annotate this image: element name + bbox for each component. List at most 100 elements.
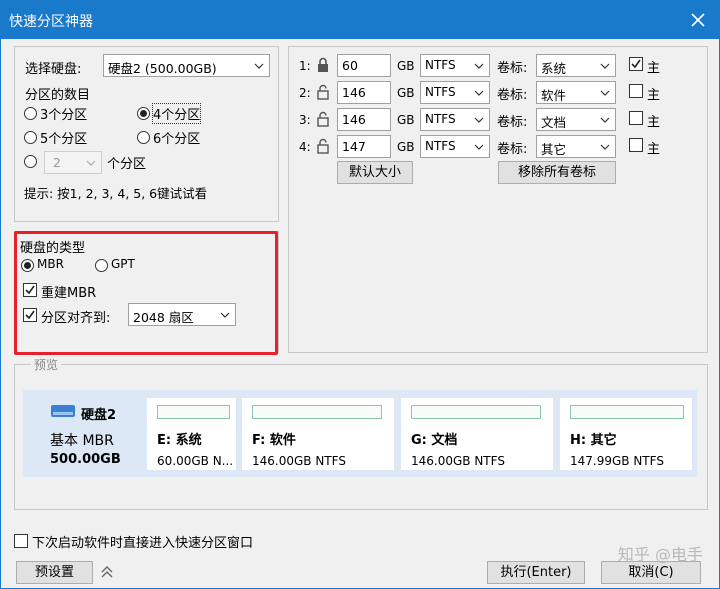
radio-5-partitions-label: 5个分区 — [40, 132, 88, 147]
partitions-group: 1: 60 GB NTFS 卷标: 系统 主 2: 146 GB NTFS 卷标… — [288, 46, 708, 353]
partition-info: 60.00GB N... — [157, 454, 234, 468]
unlock-icon[interactable] — [316, 138, 330, 154]
close-icon[interactable] — [685, 7, 711, 33]
chevron-down-icon — [597, 55, 613, 76]
partition-size-input[interactable]: 60 — [337, 54, 391, 77]
partition-number: 4: — [299, 140, 311, 154]
partition-name: F: 软件 — [252, 433, 296, 448]
partition-usage-bar — [252, 405, 382, 419]
chevron-down-icon — [597, 109, 613, 130]
quick-partition-window: 快速分区神器 选择硬盘: 硬盘2 (500.00GB) 分区的数目 3个分区 4… — [0, 0, 720, 589]
chevron-down-icon — [83, 152, 99, 173]
partition-usage-bar — [570, 405, 684, 419]
startup-checkbox-label: 下次启动软件时直接进入快速分区窗口 — [32, 536, 254, 551]
custom-partition-suffix: 个分区 — [107, 157, 147, 172]
primary-checkbox[interactable] — [629, 57, 643, 71]
primary-label: 主 — [647, 115, 661, 130]
radio-4-partitions[interactable] — [137, 107, 150, 120]
chevron-down-icon — [471, 136, 487, 157]
remove-all-labels-button[interactable]: 移除所有卷标 — [498, 161, 616, 184]
size-unit: GB — [397, 113, 415, 127]
preview-partition[interactable]: E: 系统 60.00GB N... — [147, 398, 236, 470]
volume-label-caption: 卷标: — [497, 142, 528, 157]
filesystem-select[interactable]: NTFS — [420, 135, 490, 158]
hint-text: 提示: 按1, 2, 3, 4, 5, 6键试试看 — [24, 186, 208, 201]
radio-5-partitions[interactable] — [24, 131, 37, 144]
volume-label-caption: 卷标: — [497, 61, 528, 76]
primary-checkbox[interactable] — [629, 138, 643, 152]
preview-label: 预览 — [31, 356, 62, 373]
preview-disk-name: 硬盘2 — [81, 408, 117, 423]
preview-partition[interactable]: F: 软件 146.00GB NTFS — [242, 398, 394, 470]
volume-label-select[interactable]: 文档 — [536, 108, 616, 131]
partition-name: H: 其它 — [570, 433, 617, 448]
preview-disk-size: 500.00GB — [50, 452, 121, 467]
chevron-down-icon — [597, 82, 613, 103]
partition-size-input[interactable]: 146 — [337, 108, 391, 131]
volume-label-caption: 卷标: — [497, 115, 528, 130]
volume-label-select[interactable]: 其它 — [536, 135, 616, 158]
chevron-down-icon — [251, 55, 267, 76]
preview-disk-type: 基本 MBR — [50, 433, 114, 449]
partition-number: 2: — [299, 86, 311, 100]
filesystem-select[interactable]: NTFS — [420, 81, 490, 104]
radio-custom-partitions[interactable] — [24, 155, 37, 168]
primary-label: 主 — [647, 88, 661, 103]
default-size-button[interactable]: 默认大小 — [337, 161, 413, 184]
primary-checkbox[interactable] — [629, 84, 643, 98]
disk-settings-group: 选择硬盘: 硬盘2 (500.00GB) 分区的数目 3个分区 4个分区 5个分… — [14, 46, 279, 222]
size-unit: GB — [397, 140, 415, 154]
custom-partition-count-value: 2 — [53, 155, 61, 170]
radio-3-partitions[interactable] — [24, 107, 37, 120]
partition-name: G: 文档 — [411, 433, 458, 448]
partition-size-input[interactable]: 147 — [337, 135, 391, 158]
unlock-icon[interactable] — [316, 84, 330, 100]
unlock-icon[interactable] — [316, 111, 330, 127]
primary-label: 主 — [647, 61, 661, 76]
partition-usage-bar — [411, 405, 541, 419]
partition-info: 146.00GB NTFS — [411, 454, 505, 468]
chevron-down-icon — [471, 109, 487, 130]
radio-4-partitions-label: 4个分区 — [151, 103, 202, 124]
preview-partition[interactable]: G: 文档 146.00GB NTFS — [401, 398, 553, 470]
window-title: 快速分区神器 — [9, 14, 93, 30]
partition-name: E: 系统 — [157, 433, 202, 448]
size-unit: GB — [397, 86, 415, 100]
preset-button[interactable]: 预设置 — [16, 561, 93, 584]
disk-select-label: 选择硬盘: — [25, 62, 82, 77]
partition-info: 146.00GB NTFS — [252, 454, 346, 468]
checkmark-icon — [631, 59, 641, 69]
volume-label-select[interactable]: 软件 — [536, 81, 616, 104]
chevron-down-icon — [471, 55, 487, 76]
radio-6-partitions-label: 6个分区 — [153, 132, 201, 147]
partition-size-input[interactable]: 146 — [337, 81, 391, 104]
watermark-text: 知乎 @电手 — [617, 545, 703, 564]
custom-partition-count[interactable]: 2 — [44, 151, 102, 174]
radio-3-partitions-label: 3个分区 — [40, 108, 88, 123]
disk-select-value: 硬盘2 (500.00GB) — [108, 61, 217, 76]
filesystem-select[interactable]: NTFS — [420, 108, 490, 131]
startup-checkbox[interactable] — [14, 534, 28, 548]
disk-select[interactable]: 硬盘2 (500.00GB) — [103, 54, 270, 77]
partition-number: 3: — [299, 113, 311, 127]
volume-label-caption: 卷标: — [497, 88, 528, 103]
disk-type-highlight — [14, 231, 278, 355]
partition-usage-bar — [157, 405, 230, 419]
title-bar: 快速分区神器 — [1, 1, 719, 39]
filesystem-select[interactable]: NTFS — [420, 54, 490, 77]
partition-info: 147.99GB NTFS — [570, 454, 664, 468]
chevron-down-icon — [597, 136, 613, 157]
double-chevron-up-icon[interactable] — [99, 564, 115, 580]
preview-partition[interactable]: H: 其它 147.99GB NTFS — [560, 398, 692, 470]
primary-label: 主 — [647, 142, 661, 157]
size-unit: GB — [397, 59, 415, 73]
lock-icon[interactable] — [316, 57, 330, 73]
primary-checkbox[interactable] — [629, 111, 643, 125]
preview-disk-map: 硬盘2 基本 MBR 500.00GB E: 系统 60.00GB N... F… — [23, 390, 697, 477]
partition-count-label: 分区的数目 — [25, 88, 91, 103]
execute-button[interactable]: 执行(Enter) — [487, 561, 585, 584]
volume-label-select[interactable]: 系统 — [536, 54, 616, 77]
hard-disk-icon — [50, 404, 76, 418]
radio-6-partitions[interactable] — [137, 131, 150, 144]
chevron-down-icon — [471, 82, 487, 103]
